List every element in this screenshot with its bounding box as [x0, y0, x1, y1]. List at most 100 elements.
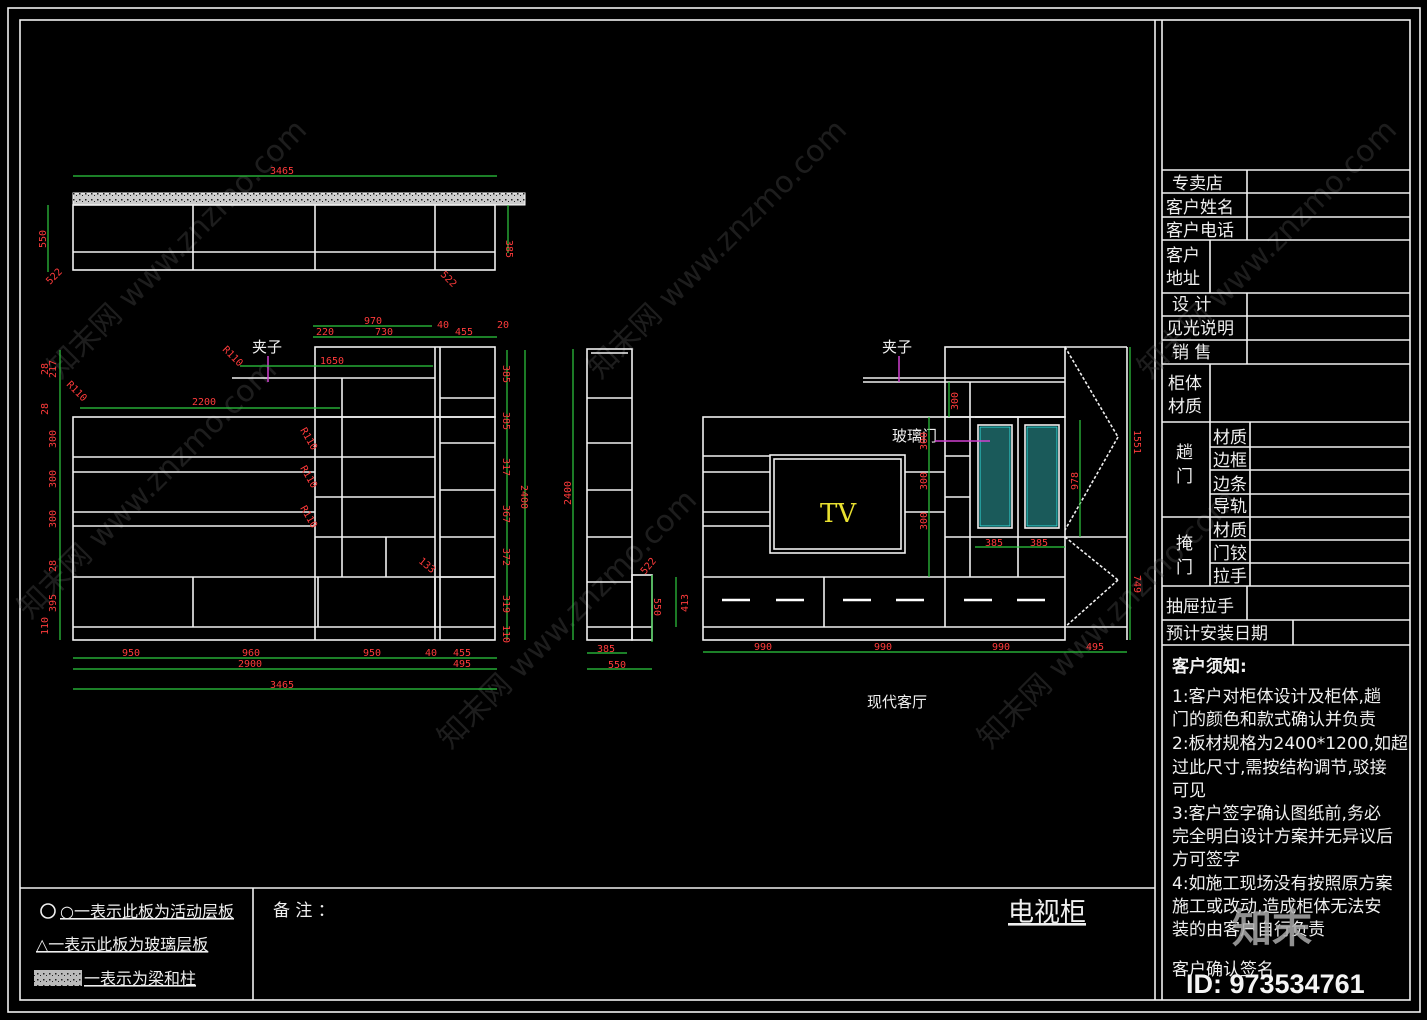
svg-text:730: 730 [375, 327, 393, 338]
svg-text:950: 950 [363, 648, 381, 659]
svg-text:客户姓名: 客户姓名 [1166, 198, 1234, 218]
tv-label: TV [820, 499, 857, 529]
svg-text:110: 110 [500, 625, 511, 643]
svg-text:边条: 边条 [1213, 475, 1247, 495]
svg-text:28: 28 [40, 363, 51, 375]
svg-text:材质: 材质 [1213, 428, 1247, 448]
svg-text:990: 990 [874, 642, 892, 653]
svg-text:385: 385 [500, 365, 511, 383]
svg-text:抽屉拉手: 抽屉拉手 [1166, 597, 1234, 617]
svg-text:掩: 掩 [1176, 534, 1193, 554]
svg-text:300: 300 [919, 472, 930, 490]
top-wall-cabinet [72, 192, 526, 271]
svg-text:372: 372 [500, 548, 511, 566]
svg-text:边框: 边框 [1213, 451, 1247, 471]
svg-text:2400: 2400 [563, 481, 574, 505]
circle-icon [40, 903, 56, 919]
svg-text:趟: 趟 [1176, 443, 1193, 463]
svg-text:749: 749 [1131, 575, 1142, 593]
svg-text:2200: 2200 [192, 397, 216, 408]
svg-text:950: 950 [122, 648, 140, 659]
cad-drawing: 知末网 www.znzmo.com 知末网 www.znzmo.com 知末网 … [7, 7, 1421, 1013]
svg-text:知末网 www.znzmo.com: 知末网 www.znzmo.com [431, 483, 704, 756]
svg-text:385: 385 [597, 644, 615, 655]
svg-text:220: 220 [316, 327, 334, 338]
svg-text:300: 300 [919, 432, 930, 450]
svg-text:133: 133 [416, 556, 437, 576]
svg-text:300: 300 [48, 430, 59, 448]
svg-text:见光说明: 见光说明 [1166, 319, 1234, 339]
left-dimension-lines [47, 175, 526, 690]
svg-text:110: 110 [40, 617, 51, 635]
svg-text:知末网 www.znzmo.com: 知末网 www.znzmo.com [581, 113, 854, 386]
svg-text:1:客户对柜体设计及柜体,趟: 1:客户对柜体设计及柜体,趟 [1172, 687, 1381, 707]
svg-text:知末网 www.znzmo.com: 知末网 www.znzmo.com [11, 353, 284, 626]
svg-text:970: 970 [364, 316, 382, 327]
svg-text:1650: 1650 [320, 356, 344, 367]
svg-text:385: 385 [985, 538, 1003, 549]
svg-text:夹子: 夹子 [252, 338, 282, 356]
watermark-logo: 知末 [1232, 906, 1312, 952]
svg-text:300: 300 [48, 470, 59, 488]
drawing-title: 电视柜 [1008, 898, 1086, 928]
svg-text:柜体: 柜体 [1168, 374, 1202, 394]
svg-text:300: 300 [919, 512, 930, 530]
svg-text:990: 990 [754, 642, 772, 653]
svg-text:28: 28 [40, 403, 51, 415]
svg-text:28: 28 [48, 560, 59, 572]
svg-text:978: 978 [1070, 472, 1081, 490]
svg-text:367: 367 [500, 505, 511, 523]
svg-text:夹子: 夹子 [882, 338, 912, 356]
svg-text:2900: 2900 [238, 659, 262, 670]
right-dimensions: 300 300 300 300 978 1551 749 385 385 413… [675, 347, 1142, 653]
svg-text:550: 550 [651, 598, 662, 616]
remarks-label: 备 注 ： [273, 901, 335, 921]
svg-text:319: 319 [500, 595, 511, 613]
svg-text:门铰: 门铰 [1213, 544, 1247, 564]
svg-text:门: 门 [1176, 558, 1193, 578]
svg-text:522: 522 [438, 269, 459, 290]
svg-text:455: 455 [455, 327, 473, 338]
svg-text:○一表示此板为活动层板: ○一表示此板为活动层板 [60, 902, 234, 921]
svg-text:门: 门 [1176, 467, 1193, 487]
svg-text:3:客户签字确认图纸前,务必: 3:客户签字确认图纸前,务必 [1172, 804, 1381, 824]
svg-text:导轨: 导轨 [1213, 497, 1247, 517]
svg-text:客户须知:: 客户须知: [1171, 656, 1247, 677]
svg-text:385: 385 [500, 412, 511, 430]
left-dimension-labels: 3465 550 385 522 522 970 40 20 220 730 4… [38, 166, 529, 691]
glass-door-left [979, 426, 1011, 527]
svg-text:495: 495 [453, 659, 471, 670]
watermark-id: ID: 973534761 [1186, 969, 1365, 999]
svg-text:门的颜色和款式确认并负责: 门的颜色和款式确认并负责 [1172, 710, 1376, 730]
svg-text:3465: 3465 [270, 166, 294, 177]
legend: ○一表示此板为活动层板 △一表示此板为玻璃层板 一表示为梁和柱 [34, 902, 234, 988]
svg-text:960: 960 [242, 648, 260, 659]
svg-text:方可签字: 方可签字 [1172, 850, 1240, 870]
svg-text:过此尺寸,需按结构调节,驳接: 过此尺寸,需按结构调节,驳接 [1172, 758, 1387, 778]
svg-text:385: 385 [1030, 538, 1048, 549]
svg-text:3465: 3465 [270, 680, 294, 691]
svg-text:413: 413 [680, 594, 691, 612]
svg-text:材质: 材质 [1168, 397, 1202, 417]
svg-text:可见: 可见 [1172, 781, 1206, 801]
svg-text:2400: 2400 [518, 485, 529, 509]
svg-text:317: 317 [500, 458, 511, 476]
svg-text:495: 495 [1086, 642, 1104, 653]
svg-text:专卖店: 专卖店 [1172, 174, 1223, 194]
svg-text:550: 550 [38, 230, 49, 248]
svg-text:R110: R110 [64, 379, 89, 404]
svg-text:完全明白设计方案并无异议后: 完全明白设计方案并无异议后 [1172, 827, 1393, 847]
svg-text:4:如施工现场没有按照原方案: 4:如施工现场没有按照原方案 [1172, 874, 1393, 894]
svg-text:客户: 客户 [1166, 246, 1200, 266]
svg-text:300: 300 [48, 510, 59, 528]
svg-text:300: 300 [950, 392, 961, 410]
svg-text:40: 40 [425, 648, 437, 659]
view-caption: 现代客厅 [867, 693, 927, 711]
svg-text:设 计: 设 计 [1172, 295, 1211, 315]
svg-text:2:板材规格为2400*1200,如超: 2:板材规格为2400*1200,如超 [1172, 734, 1408, 754]
svg-text:550: 550 [608, 660, 626, 671]
svg-text:40: 40 [437, 320, 449, 331]
svg-text:395: 395 [48, 594, 59, 612]
svg-text:△一表示此板为玻璃层板: △一表示此板为玻璃层板 [36, 935, 208, 954]
svg-text:客户电话: 客户电话 [1166, 221, 1234, 241]
